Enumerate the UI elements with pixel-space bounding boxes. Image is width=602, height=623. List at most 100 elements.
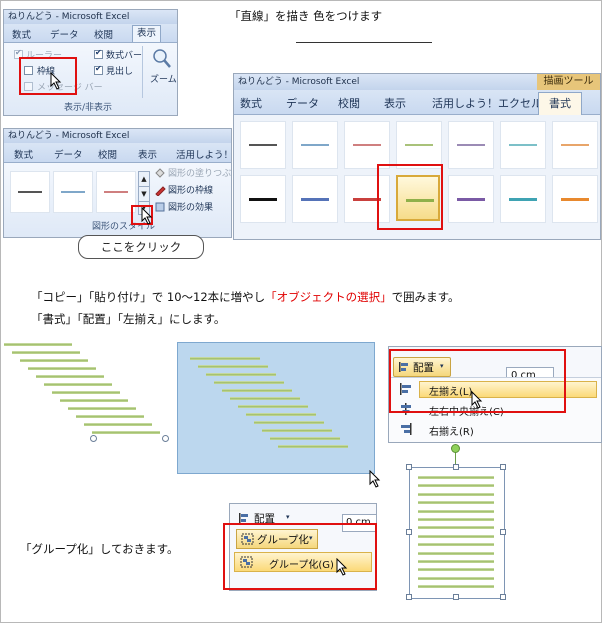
line-style-tile[interactable] — [240, 175, 286, 223]
green-line[interactable] — [206, 373, 276, 376]
tab-data[interactable]: データ — [54, 147, 83, 161]
line-style-tile[interactable] — [292, 175, 338, 223]
green-line[interactable] — [92, 431, 160, 434]
rotation-handle[interactable] — [451, 444, 460, 453]
group-divider — [142, 46, 143, 98]
line-style-tile[interactable] — [344, 121, 390, 169]
style-tile[interactable] — [96, 171, 136, 213]
style-tile[interactable] — [10, 171, 50, 213]
green-line — [418, 576, 494, 580]
ribbon-tabs: 数式 データ 校閲 表示 — [4, 24, 177, 43]
green-line[interactable] — [52, 391, 120, 394]
line-style-tile[interactable] — [500, 175, 546, 223]
resize-handle-se[interactable] — [500, 594, 506, 600]
green-line[interactable] — [44, 383, 112, 386]
line-endpoint-handle[interactable] — [162, 435, 169, 442]
green-line[interactable] — [28, 367, 96, 370]
step2-caption-copy-paste: 「コピー」「貼り付け」で 10～12本に増やし — [31, 290, 266, 304]
green-line[interactable] — [36, 375, 104, 378]
green-line[interactable] — [190, 357, 260, 360]
highlight-selected-style — [377, 164, 443, 230]
zoom-icon[interactable] — [152, 48, 172, 70]
line-style-tile[interactable] — [396, 121, 442, 169]
gallery-scroll-down[interactable]: ▼ — [138, 186, 150, 202]
shape-effect-label[interactable]: 図形の効果 — [168, 200, 213, 213]
green-line[interactable] — [238, 405, 308, 408]
resize-handle-nw[interactable] — [406, 464, 412, 470]
green-line[interactable] — [230, 397, 300, 400]
line-endpoint-handle[interactable] — [90, 435, 97, 442]
green-line[interactable] — [278, 445, 348, 448]
gallery-scroll-up[interactable]: ▲ — [138, 171, 150, 187]
line-sample — [405, 144, 433, 146]
green-line[interactable] — [20, 359, 88, 362]
zoom-label[interactable]: ズーム — [150, 72, 177, 85]
line-style-tile[interactable] — [448, 175, 494, 223]
tab-review[interactable]: 校閲 — [94, 27, 113, 41]
line-style-tile[interactable] — [448, 121, 494, 169]
green-line[interactable] — [262, 429, 332, 432]
tab-review[interactable]: 校閲 — [338, 95, 360, 111]
tab-data[interactable]: データ — [286, 95, 319, 111]
green-line[interactable] — [270, 437, 340, 440]
tab-formulas[interactable]: 数式 — [14, 147, 33, 161]
green-line[interactable] — [12, 351, 80, 354]
mouse-cursor-icon — [141, 207, 153, 225]
green-line[interactable] — [198, 365, 268, 368]
green-line — [418, 568, 494, 572]
mouse-cursor-icon — [471, 391, 483, 409]
green-line[interactable] — [4, 343, 72, 346]
tab-utilize[interactable]: 活用しよう！エ — [176, 147, 231, 161]
formula-bar-label: 数式バー — [106, 51, 143, 61]
line-sample — [457, 144, 485, 146]
tab-data[interactable]: データ — [50, 27, 79, 41]
green-line — [418, 551, 494, 555]
resize-handle-s[interactable] — [453, 594, 459, 600]
tab-view[interactable]: 表示 — [132, 25, 162, 42]
aligned-group-box[interactable] — [409, 467, 505, 599]
line-style-tile[interactable] — [500, 121, 546, 169]
line-style-tile[interactable] — [240, 121, 286, 169]
green-line[interactable] — [214, 381, 284, 384]
line-style-tile[interactable] — [552, 121, 598, 169]
line-sample — [561, 198, 589, 201]
shape-fill-label[interactable]: 図形の塗りつぶし — [168, 166, 231, 179]
tab-review[interactable]: 校閲 — [98, 147, 117, 161]
resize-handle-w[interactable] — [406, 529, 412, 535]
green-line[interactable] — [84, 423, 152, 426]
green-line[interactable] — [60, 399, 128, 402]
tab-view[interactable]: 表示 — [384, 95, 406, 111]
resize-handle-ne[interactable] — [500, 464, 506, 470]
green-line[interactable] — [68, 407, 136, 410]
heading-caption: 「直線」を描き 色をつけます — [229, 9, 383, 23]
resize-handle-n[interactable] — [453, 464, 459, 470]
shape-outline-label[interactable]: 図形の枠線 — [168, 183, 213, 196]
line-sample — [301, 198, 329, 201]
style-tile[interactable] — [53, 171, 93, 213]
headings-checkbox[interactable] — [94, 64, 103, 75]
tab-formulas[interactable]: 数式 — [12, 27, 31, 41]
menu-align-right[interactable]: 右揃え(R) — [429, 423, 474, 438]
green-line[interactable] — [76, 415, 144, 418]
tab-utilize-excel[interactable]: 活用しよう！エクセル — [432, 95, 542, 111]
click-here-callout: ここをクリック — [78, 235, 204, 259]
line-sample — [561, 144, 589, 146]
highlight-group — [223, 523, 377, 590]
line-sample — [249, 144, 277, 146]
screenshot-view-tab: ねりんどう - Microsoft Excel 数式 データ 校閲 表示 ルーラ… — [3, 9, 178, 116]
line-style-tile[interactable] — [552, 175, 598, 223]
tab-view[interactable]: 表示 — [138, 147, 157, 161]
green-line — [418, 585, 494, 589]
resize-handle-sw[interactable] — [406, 594, 412, 600]
green-line[interactable] — [254, 421, 324, 424]
tab-formulas[interactable]: 数式 — [240, 95, 262, 111]
tab-format[interactable]: 書式 — [538, 92, 582, 115]
line-sample — [509, 198, 537, 201]
green-line[interactable] — [222, 389, 292, 392]
resize-handle-e[interactable] — [500, 529, 506, 535]
line-sample — [509, 144, 537, 146]
heading-underline — [296, 42, 432, 43]
formula-bar-checkbox[interactable] — [94, 48, 103, 59]
green-line[interactable] — [246, 413, 316, 416]
line-style-tile[interactable] — [292, 121, 338, 169]
